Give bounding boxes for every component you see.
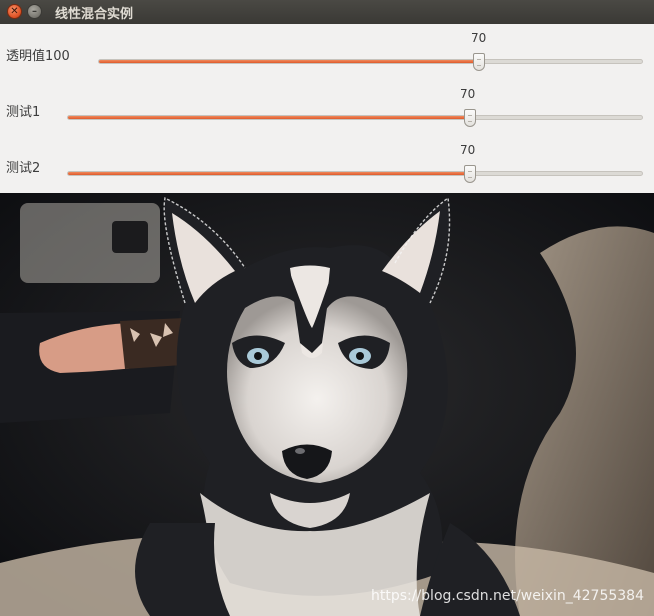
slider-fill [68,116,470,119]
trackbar-value: 70 [460,143,476,157]
trackbar-value: 70 [471,31,487,45]
watermark-text: https://blog.csdn.net/weixin_42755384 [370,588,644,604]
slider-track[interactable] [67,165,643,183]
blended-image: https://blog.csdn.net/weixin_42755384 [0,193,654,616]
trackbar-transparency: 透明值100 70 [0,24,654,80]
slider-track[interactable] [98,53,643,71]
trackbar-panel: 透明值100 70 测试1 70 测试2 70 [0,24,654,193]
trackbar-test2: 测试2 70 [0,136,654,192]
trackbar-label: 透明值100 [6,49,70,64]
title-bar: ✕ – 线性混合实例 [0,0,654,25]
minimize-button[interactable]: – [27,4,42,19]
slider-fill [99,60,480,63]
slider-fill [68,172,470,175]
trackbar-label: 测试2 [6,161,41,176]
slider-thumb[interactable] [473,53,486,71]
slider-thumb[interactable] [463,109,476,127]
husky-photo [0,193,654,616]
trackbar-test1: 测试1 70 [0,80,654,136]
trackbar-value: 70 [460,87,476,101]
slider-track[interactable] [67,109,643,127]
slider-thumb[interactable] [463,165,476,183]
window-title: 线性混合实例 [55,7,134,22]
trackbar-label: 测试1 [6,105,41,120]
close-button[interactable]: ✕ [7,4,22,19]
close-icon: ✕ [10,5,19,17]
minimize-icon: – [32,5,37,17]
